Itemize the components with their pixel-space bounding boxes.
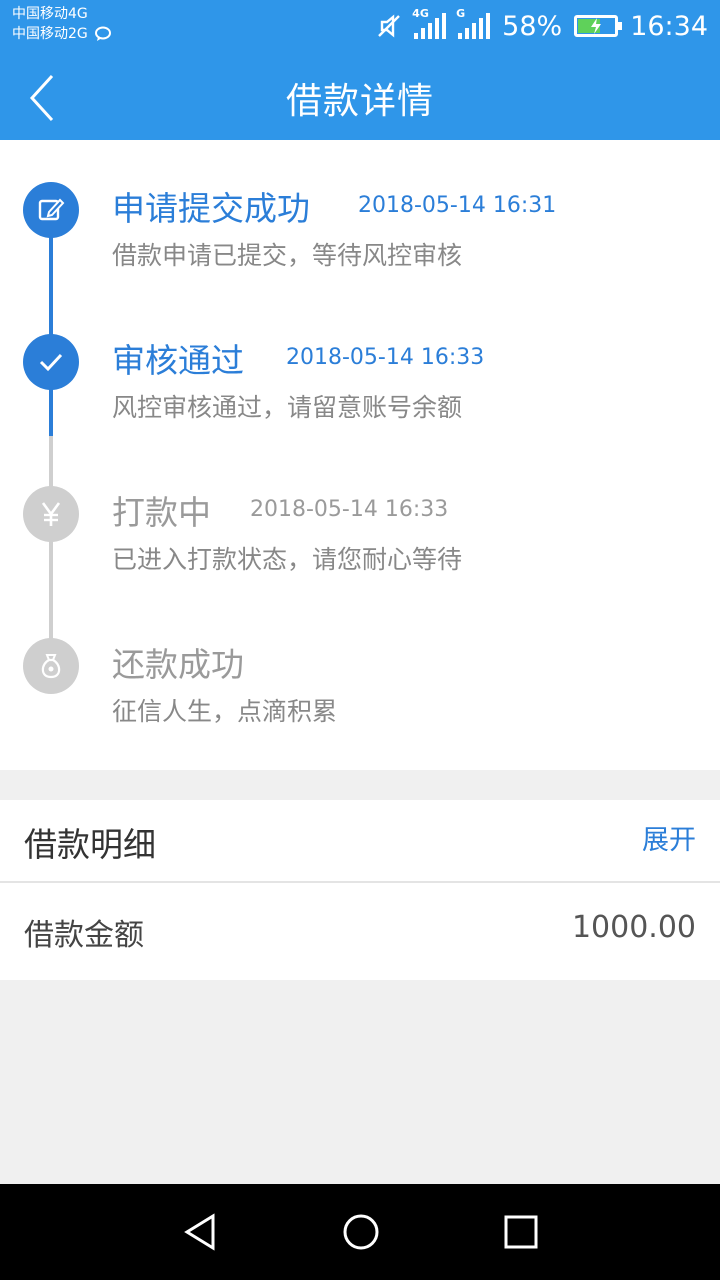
step-title: 还款成功 xyxy=(112,645,244,684)
recents-nav-button[interactable] xyxy=(501,1212,541,1252)
back-nav-button[interactable] xyxy=(181,1212,221,1252)
status-bar: 中国移动4G 中国移动2G 4G G 58% 16:34 xyxy=(0,0,720,52)
step-title: 审核通过 xyxy=(112,341,244,380)
step-desc: 征信人生，点滴积累 xyxy=(112,697,338,726)
step-dot xyxy=(23,638,79,694)
expand-button[interactable]: 展开 xyxy=(642,818,696,857)
step-desc: 风控审核通过，请留意账号余额 xyxy=(112,393,463,422)
timeline-step-approved: 审核通过 2018-05-14 16:33 风控审核通过，请留意账号余额 xyxy=(0,292,720,422)
loan-amount-label: 借款金额 xyxy=(24,918,144,953)
step-time: 2018-05-14 16:33 xyxy=(286,345,485,370)
edit-icon xyxy=(38,198,65,221)
carrier-1: 中国移动4G xyxy=(12,6,88,22)
clock: 16:34 xyxy=(630,10,708,42)
circle-home-icon xyxy=(343,1214,379,1250)
battery-percent: 58% xyxy=(502,10,563,42)
step-dot xyxy=(23,182,79,238)
loan-amount-value: 1000.00 xyxy=(571,910,696,945)
check-icon xyxy=(39,353,63,372)
carrier-2: 中国移动2G xyxy=(12,26,88,42)
nav-bar: 借款详情 xyxy=(0,52,720,140)
top-bar: 中国移动4G 中国移动2G 4G G 58% 16:34 借款详情 xyxy=(0,0,720,140)
step-title: 申请提交成功 xyxy=(112,189,310,228)
step-title: 打款中 xyxy=(112,493,211,532)
home-nav-button[interactable] xyxy=(341,1212,381,1252)
loan-detail-header: 借款明细 展开 xyxy=(0,800,720,883)
carrier-info: 中国移动4G 中国移动2G xyxy=(12,4,112,44)
page-title: 借款详情 xyxy=(285,81,434,122)
yen-icon xyxy=(41,502,61,526)
message-icon xyxy=(94,26,111,41)
battery-charging-icon xyxy=(574,15,623,37)
money-bag-icon xyxy=(41,654,61,679)
loan-detail-card: 借款明细 展开 借款金额 1000.00 xyxy=(0,800,720,980)
signal-g-icon: G xyxy=(456,7,491,39)
triangle-back-icon xyxy=(184,1213,215,1251)
timeline-step-repaid: 还款成功 征信人生，点滴积累 xyxy=(0,596,720,726)
signal-4g-icon: 4G xyxy=(412,7,447,39)
step-time: 2018-05-14 16:31 xyxy=(358,193,557,218)
square-recents-icon xyxy=(504,1215,538,1249)
timeline-step-submitted: 申请提交成功 2018-05-14 16:31 借款申请已提交，等待风控审核 xyxy=(0,140,720,270)
step-desc: 已进入打款状态，请您耐心等待 xyxy=(112,545,463,574)
step-time: 2018-05-14 16:33 xyxy=(250,497,449,522)
progress-timeline: 申请提交成功 2018-05-14 16:31 借款申请已提交，等待风控审核 审… xyxy=(0,140,720,770)
step-dot xyxy=(23,334,79,390)
timeline-step-disbursing: 打款中 2018-05-14 16:33 已进入打款状态，请您耐心等待 xyxy=(0,444,720,574)
step-dot xyxy=(23,486,79,542)
step-desc: 借款申请已提交，等待风控审核 xyxy=(112,241,463,270)
loan-detail-title: 借款明细 xyxy=(24,825,156,864)
mute-icon xyxy=(378,14,401,38)
system-nav-bar xyxy=(0,1184,720,1280)
